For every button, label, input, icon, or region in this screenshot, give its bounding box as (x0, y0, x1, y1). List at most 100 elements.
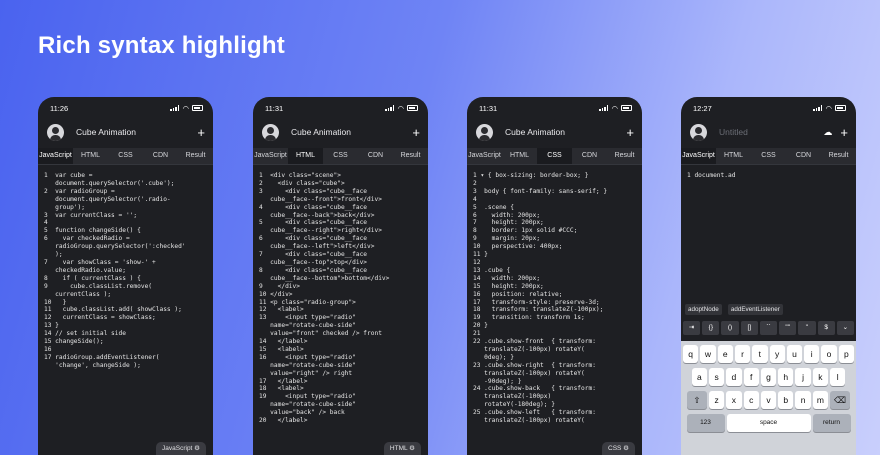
key-k[interactable]: k (812, 368, 829, 386)
code-line: group'); (44, 203, 85, 211)
add-icon[interactable]: + (840, 126, 848, 139)
avatar[interactable] (476, 123, 493, 141)
tab-result[interactable]: Result (821, 148, 856, 164)
key-f[interactable]: f (743, 368, 759, 386)
code-line: radioGroup.querySelector(':checked' (44, 243, 186, 251)
key-p[interactable]: p (838, 345, 854, 363)
shift-key[interactable]: ⇧ (686, 391, 707, 409)
language-settings-button[interactable]: HTML ⚙ (383, 442, 421, 455)
backspace-key[interactable]: ⌫ (830, 391, 851, 409)
key-e[interactable]: e (717, 345, 733, 363)
single-quotes-key[interactable]: '' (798, 321, 816, 335)
suggestion-addeventlistener[interactable]: addEventListener (727, 304, 783, 315)
key-d[interactable]: d (726, 368, 742, 386)
dismiss-keyboard-key[interactable]: ⌄ (836, 321, 854, 335)
space-key[interactable]: space (726, 414, 811, 432)
code-line: 11 <p class="radio-group"> (259, 298, 356, 306)
tab-javascript[interactable]: JavaScript (253, 148, 288, 164)
project-title[interactable]: Cube Animation (76, 127, 197, 137)
tab-html[interactable]: HTML (716, 148, 751, 164)
key-t[interactable]: t (752, 345, 768, 363)
code-line: value="right" /> right (259, 369, 353, 377)
key-x[interactable]: x (726, 391, 742, 409)
signal-icon (170, 105, 180, 111)
project-title[interactable]: Cube Animation (505, 127, 626, 137)
tab-html[interactable]: HTML (73, 148, 108, 164)
key-w[interactable]: w (700, 345, 716, 363)
avatar[interactable] (47, 123, 64, 141)
code-line: 10 </div> (259, 290, 293, 298)
double-quotes-key[interactable]: "" (779, 321, 797, 335)
app-bar: Cube Animation + (467, 120, 642, 144)
avatar[interactable] (690, 123, 707, 141)
wifi-icon: ◠ (397, 103, 404, 113)
code-editor[interactable]: 1 ▾ { box-sizing: border-box; } 2 3 body {… (467, 165, 642, 425)
parens-key[interactable]: () (721, 321, 739, 335)
project-title[interactable]: Untitled (719, 127, 823, 137)
dollar-key[interactable]: $ (817, 321, 835, 335)
key-q[interactable]: q (683, 345, 699, 363)
tab-css[interactable]: CSS (537, 148, 572, 164)
tab-css[interactable]: CSS (751, 148, 786, 164)
key-j[interactable]: j (795, 368, 811, 386)
key-v[interactable]: v (760, 391, 777, 409)
key-l[interactable]: l (830, 368, 846, 386)
code-line: 1 document.ad (687, 172, 736, 179)
code-editor[interactable]: 1 var cube = document.querySelector('.cu… (38, 165, 213, 370)
tab-result[interactable]: Result (393, 148, 428, 164)
backticks-key[interactable]: `` (759, 321, 778, 335)
key-y[interactable]: y (769, 345, 785, 363)
key-g[interactable]: g (760, 368, 777, 386)
tab-javascript[interactable]: JavaScript (467, 148, 502, 164)
tab-javascript[interactable]: JavaScript (38, 148, 73, 164)
code-line: 2 (473, 179, 477, 187)
keyboard-row: ⇧ z x c v b n m ⌫ (683, 391, 854, 409)
tab-css[interactable]: CSS (323, 148, 358, 164)
suggestion-adoptnode[interactable]: adoptNode (685, 304, 722, 315)
language-settings-button[interactable]: JavaScript ⚙ (156, 442, 206, 455)
code-editor[interactable]: 1 document.ad (681, 165, 856, 180)
add-icon[interactable]: + (412, 126, 420, 139)
add-icon[interactable]: + (197, 126, 205, 139)
tab-html[interactable]: HTML (502, 148, 537, 164)
key-z[interactable]: z (708, 391, 725, 409)
avatar[interactable] (262, 123, 279, 141)
tab-cdn[interactable]: CDN (572, 148, 607, 164)
tab-javascript[interactable]: JavaScript (681, 148, 716, 164)
tab-cdn[interactable]: CDN (143, 148, 178, 164)
project-title[interactable]: Cube Animation (291, 127, 412, 137)
tab-result[interactable]: Result (607, 148, 642, 164)
code-line: 23 .cube.show-right { transform: (473, 361, 596, 369)
key-o[interactable]: o (821, 345, 837, 363)
status-bar: 11:26 ◠ (38, 97, 213, 119)
return-key[interactable]: return (812, 414, 851, 432)
code-line: 5 <div class="cube__face (259, 219, 368, 227)
key-m[interactable]: m (812, 391, 829, 409)
status-bar: 11:31 ◠ (467, 97, 642, 119)
code-editor[interactable]: 1 <div class="scene"> 2 <div class="cube"… (253, 165, 428, 425)
key-u[interactable]: u (786, 345, 803, 363)
tab-key[interactable]: ⇥ (683, 321, 701, 335)
tab-result[interactable]: Result (178, 148, 213, 164)
language-settings-button[interactable]: CSS ⚙ (602, 442, 635, 455)
code-line: 16 (44, 345, 52, 353)
key-h[interactable]: h (778, 368, 794, 386)
add-icon[interactable]: + (626, 126, 634, 139)
key-r[interactable]: r (734, 345, 751, 363)
cloud-upload-icon[interactable]: ☁ (823, 127, 832, 138)
braces-key[interactable]: {} (702, 321, 720, 335)
brackets-key[interactable]: [] (740, 321, 758, 335)
key-i[interactable]: i (804, 345, 820, 363)
key-n[interactable]: n (795, 391, 811, 409)
key-a[interactable]: a (691, 368, 707, 386)
tab-cdn[interactable]: CDN (786, 148, 821, 164)
code-line: rotateY(-180deg); } (473, 401, 555, 409)
tab-cdn[interactable]: CDN (358, 148, 393, 164)
key-c[interactable]: c (743, 391, 759, 409)
key-b[interactable]: b (778, 391, 794, 409)
tab-css[interactable]: CSS (108, 148, 143, 164)
tab-html[interactable]: HTML (288, 148, 323, 164)
code-line: 6 var checkedRadio = (44, 235, 130, 243)
numbers-key[interactable]: 123 (686, 414, 725, 432)
key-s[interactable]: s (708, 368, 725, 386)
